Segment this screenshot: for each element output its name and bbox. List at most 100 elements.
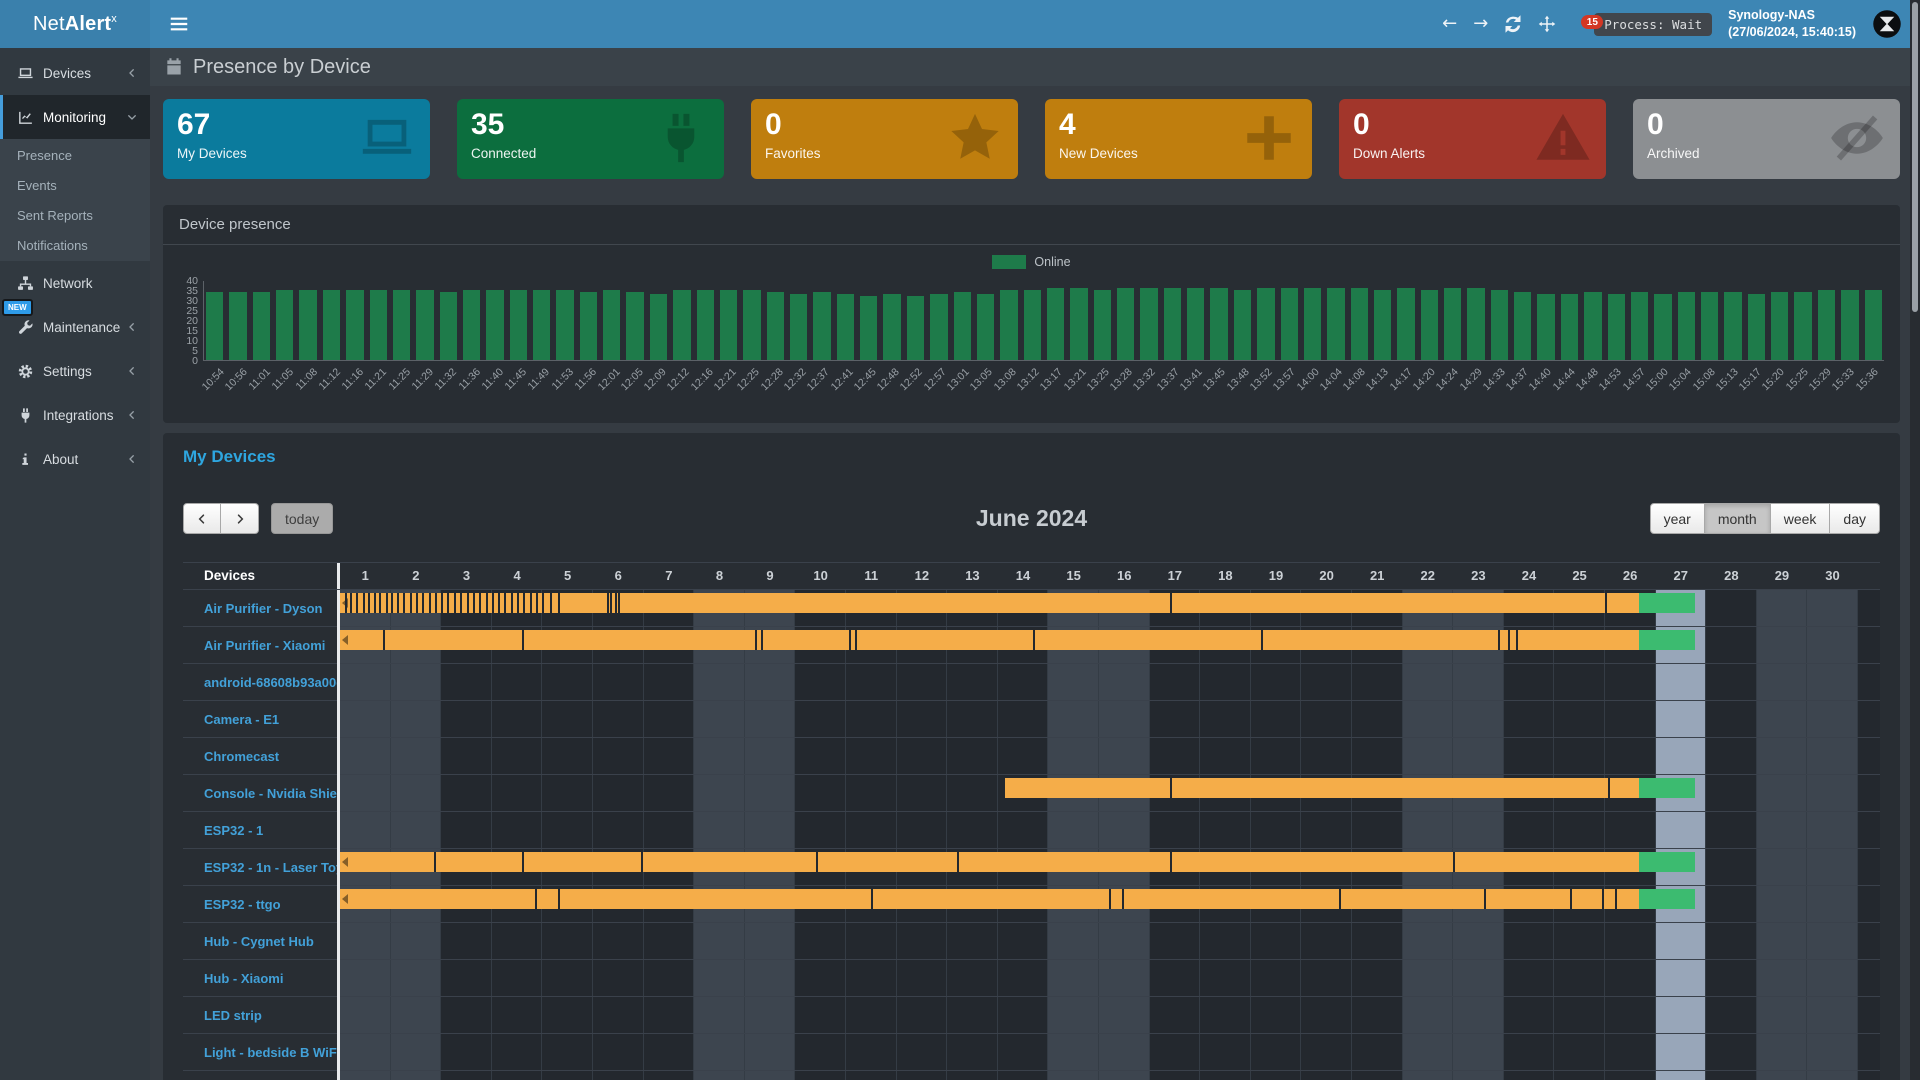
sidebar-item-monitoring[interactable]: Monitoring <box>0 95 150 139</box>
offline-gap <box>1033 630 1035 650</box>
wrench-icon <box>17 319 34 336</box>
back-arrow-icon[interactable]: ← <box>1442 15 1457 33</box>
plug-icon <box>652 109 710 167</box>
warning-icon <box>1534 109 1592 167</box>
device-name-link[interactable]: Air Purifier - Dyson <box>183 590 337 627</box>
view-button-month[interactable]: month <box>1705 503 1771 534</box>
offline-gap <box>607 593 609 613</box>
offline-gap <box>849 630 851 650</box>
my-devices-panel: My Devices today June 2024 yearmonthweek… <box>163 433 1900 1080</box>
device-name-link[interactable]: Console - Nvidia Shield TV <box>183 775 337 812</box>
user-avatar[interactable] <box>1872 9 1902 39</box>
presence-bar <box>1841 290 1858 360</box>
sidebar-subitem-sent-reports[interactable]: Sent Reports <box>0 200 150 230</box>
device-name-link[interactable]: Hub - Xiaomi <box>183 960 337 997</box>
sidebar-subitem-presence[interactable]: Presence <box>0 140 150 170</box>
view-button-day[interactable]: day <box>1830 503 1880 534</box>
device-lane-row <box>340 886 1880 923</box>
x-tick: 15:36 <box>1859 361 1882 415</box>
forward-arrow-icon[interactable]: → <box>1473 15 1488 33</box>
presence-bar <box>556 290 573 360</box>
device-name-link[interactable]: android-68608b93a00e4 <box>183 664 337 701</box>
day-header: 8 <box>694 563 745 589</box>
device-name-link[interactable]: Light - bedside B WiFi <box>183 1034 337 1071</box>
stat-card-new-devices[interactable]: 4New Devices <box>1045 99 1312 179</box>
presence-event-online[interactable] <box>340 630 1639 650</box>
device-lane-row <box>340 775 1880 812</box>
sidebar-item-maintenance[interactable]: NEWMaintenance <box>0 305 150 349</box>
presence-bar <box>767 292 784 360</box>
host-info: Synology-NAS (27/06/2024, 15:40:15) <box>1728 7 1856 41</box>
scrollbar-thumb[interactable] <box>1912 2 1918 312</box>
sidebar-item-about[interactable]: About <box>0 437 150 481</box>
device-name-link[interactable]: ESP32 - 1n - Laser Toy <box>183 849 337 886</box>
sidebar-subitem-events[interactable]: Events <box>0 170 150 200</box>
sidebar-item-label: Devices <box>43 66 91 81</box>
stat-card-down-alerts[interactable]: 0Down Alerts <box>1339 99 1606 179</box>
presence-event-online[interactable] <box>1005 778 1639 798</box>
brand-bold: Alert <box>65 13 112 36</box>
x-tick: 15:25 <box>1789 361 1812 415</box>
presence-event-current[interactable] <box>1639 630 1695 650</box>
day-header: 12 <box>897 563 948 589</box>
hamburger-menu-icon[interactable] <box>168 13 190 35</box>
device-name-link[interactable]: LED strip <box>183 997 337 1034</box>
stat-card-favorites[interactable]: 0Favorites <box>751 99 1018 179</box>
presence-bar <box>673 290 690 360</box>
presence-bar <box>1561 294 1578 360</box>
sidebar-subitem-notifications[interactable]: Notifications <box>0 230 150 260</box>
sidebar-item-devices[interactable]: Devices <box>0 51 150 95</box>
sidebar-item-integrations[interactable]: Integrations <box>0 393 150 437</box>
stat-card-archived[interactable]: 0Archived <box>1633 99 1900 179</box>
view-button-year[interactable]: year <box>1650 503 1705 534</box>
plus-icon <box>1240 109 1298 167</box>
offline-gap <box>460 593 462 613</box>
presence-event-current[interactable] <box>1639 778 1695 798</box>
presence-event-current[interactable] <box>1639 593 1695 613</box>
device-name-link[interactable]: Camera - E1 <box>183 701 337 738</box>
day-header: 15 <box>1048 563 1099 589</box>
x-tick: 10:54 <box>205 361 228 415</box>
presence-event-current[interactable] <box>1639 889 1695 909</box>
device-name-link[interactable]: Chromecast <box>183 738 337 775</box>
day-header: 7 <box>644 563 695 589</box>
presence-bar <box>603 290 620 360</box>
device-name-link[interactable]: ESP32 - ttgo <box>183 886 337 923</box>
stat-card-connected[interactable]: 35Connected <box>457 99 724 179</box>
presence-event-online[interactable] <box>340 852 1639 872</box>
offline-gap <box>492 593 494 613</box>
x-tick: 12:52 <box>904 361 927 415</box>
refresh-icon[interactable] <box>1504 15 1522 33</box>
offline-gap <box>615 593 617 613</box>
info-icon <box>17 451 34 468</box>
device-lane-row <box>340 812 1880 849</box>
presence-bar <box>1678 292 1695 360</box>
view-button-week[interactable]: week <box>1771 503 1831 534</box>
app-logo[interactable]: NetAlertx <box>0 0 150 48</box>
presence-bar <box>1234 290 1251 360</box>
presence-bar <box>1210 288 1227 360</box>
calendar-view-switcher: yearmonthweekday <box>1650 503 1880 534</box>
presence-bar <box>930 294 947 360</box>
move-icon[interactable] <box>1538 15 1556 33</box>
presence-bar <box>580 292 597 360</box>
sidebar-item-label: Integrations <box>43 408 114 423</box>
device-name-link[interactable]: Hub - Cygnet Hub <box>183 923 337 960</box>
sidebar-item-settings[interactable]: Settings <box>0 349 150 393</box>
presence-event-online[interactable] <box>340 593 1639 613</box>
x-tick: 12:28 <box>764 361 787 415</box>
presence-event-current[interactable] <box>1639 852 1695 872</box>
device-name-link[interactable]: ESP32 - 1 <box>183 812 337 849</box>
calendar-header-row: Devices 12345678910111213141516171819202… <box>183 562 1880 590</box>
device-name-link[interactable]: Air Purifier - Xiaomi <box>183 627 337 664</box>
stat-card-my-devices[interactable]: 67My Devices <box>163 99 430 179</box>
offline-gap <box>1170 852 1172 872</box>
chevron-left-icon <box>126 365 138 377</box>
presence-bar <box>1094 290 1111 360</box>
offline-gap <box>523 593 525 613</box>
x-tick: 13:21 <box>1067 361 1090 415</box>
process-status-badge[interactable]: Process: Wait <box>1594 13 1712 36</box>
day-header: 22 <box>1402 563 1453 589</box>
presence-bar <box>650 294 667 360</box>
offline-gap <box>1170 778 1172 798</box>
